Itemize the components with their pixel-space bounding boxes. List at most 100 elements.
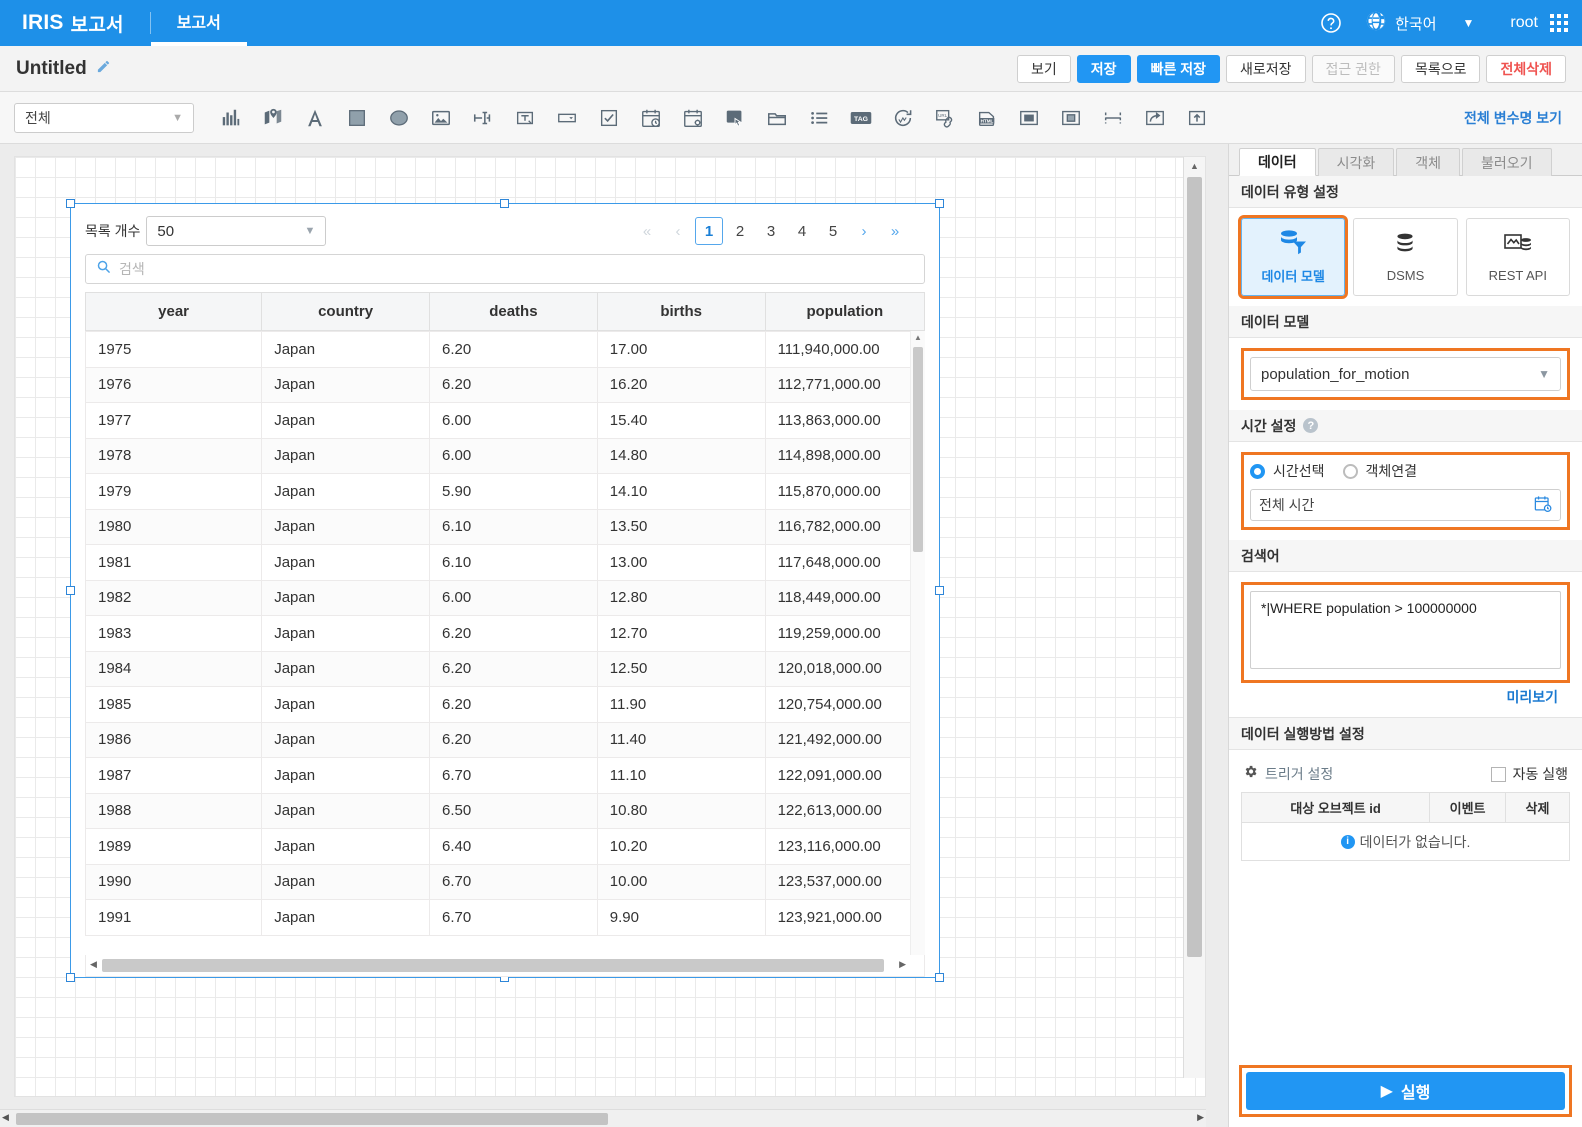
table-row[interactable]: 1991 Japan 6.70 9.90 123,921,000.00 (85, 899, 925, 936)
datatype-option-dsms[interactable]: DSMS (1353, 218, 1458, 296)
scroll-right-icon[interactable]: ▶ (899, 959, 906, 970)
calendar-settings-icon[interactable] (672, 98, 714, 138)
upload-icon[interactable] (1176, 98, 1218, 138)
resize-handle-middle-left[interactable] (66, 585, 75, 595)
resize-handle-middle-right[interactable] (935, 585, 944, 595)
table-horizontal-scrollbar[interactable]: ◀ ▶ (85, 955, 925, 977)
table-row[interactable]: 1987 Japan 6.70 11.10 122,091,000.00 (85, 757, 925, 794)
save-as-button[interactable]: 새로저장 (1225, 54, 1306, 83)
table-row[interactable]: 1990 Japan 6.70 10.00 123,537,000.00 (85, 863, 925, 900)
checkbox-icon[interactable] (588, 98, 630, 138)
ellipse-shape-icon[interactable] (378, 98, 420, 138)
datatype-option-data-model[interactable]: 데이터 모델 (1237, 215, 1349, 299)
canvas-vscroll-thumb[interactable] (1187, 177, 1202, 957)
list-icon[interactable] (798, 98, 840, 138)
view-button[interactable]: 보기 (1017, 54, 1071, 83)
column-header-population[interactable]: population (764, 292, 926, 331)
table-row[interactable]: 1975 Japan 6.20 17.00 111,940,000.00 (85, 331, 925, 368)
canvas-scroll-left-icon[interactable]: ◀ (2, 1112, 9, 1123)
table-row[interactable]: 1976 Japan 6.20 16.20 112,771,000.00 (85, 366, 925, 403)
time-range-field[interactable]: 전체 시간 (1250, 489, 1561, 521)
canvas-hscroll-thumb[interactable] (16, 1113, 608, 1125)
table-row[interactable]: 1985 Japan 6.20 11.90 120,754,000.00 (85, 686, 925, 723)
calendar-clock-icon[interactable] (1533, 494, 1552, 516)
resize-handle-bottom-right[interactable] (935, 973, 944, 982)
bar-chart-icon[interactable] (210, 98, 252, 138)
column-header-year[interactable]: year (84, 292, 263, 331)
tab-report[interactable]: 보고서 (150, 0, 247, 46)
table-row[interactable]: 1978 Japan 6.00 14.80 114,898,000.00 (85, 437, 925, 474)
table-row[interactable]: 1984 Japan 6.20 12.50 120,018,000.00 (85, 650, 925, 687)
tab-visualization[interactable]: 시각화 (1317, 148, 1395, 176)
pagination-page-1[interactable]: 1 (695, 217, 723, 245)
chevron-down-icon[interactable]: ▼ (1463, 16, 1475, 30)
table-row[interactable]: 1979 Japan 5.90 14.10 115,870,000.00 (85, 473, 925, 510)
html-icon[interactable]: HTML (966, 98, 1008, 138)
datetime-picker-icon[interactable] (630, 98, 672, 138)
preview-link[interactable]: 미리보기 (1241, 683, 1570, 707)
app-grid-icon[interactable] (1550, 14, 1568, 32)
scroll-left-icon[interactable]: ◀ (90, 959, 97, 970)
column-header-country[interactable]: country (261, 292, 430, 331)
pagination-last[interactable]: » (881, 217, 909, 245)
table-row[interactable]: 1989 Japan 6.40 10.20 123,116,000.00 (85, 828, 925, 865)
pencil-icon[interactable] (96, 59, 111, 78)
quick-save-button[interactable]: 빠른 저장 (1136, 54, 1220, 83)
table-row[interactable]: 1988 Japan 6.50 10.80 122,613,000.00 (85, 792, 925, 829)
pagination-prev[interactable]: ‹ (664, 217, 692, 245)
pagination-next[interactable]: › (850, 217, 878, 245)
gear-icon[interactable] (1243, 764, 1258, 784)
table-row[interactable]: 1981 Japan 6.10 13.00 117,648,000.00 (85, 544, 925, 581)
table-widget[interactable]: 목록 개수 50 ▼ « ‹ 1 2 3 4 5 › » 검색 year cou… (66, 199, 944, 982)
divider-icon[interactable] (1092, 98, 1134, 138)
query-input[interactable] (1250, 591, 1561, 669)
square-shape-icon[interactable] (336, 98, 378, 138)
modal-icon[interactable] (1008, 98, 1050, 138)
button-click-icon[interactable] (714, 98, 756, 138)
table-row[interactable]: 1977 Japan 6.00 15.40 113,863,000.00 (85, 402, 925, 439)
table-row[interactable]: 1986 Japan 6.20 11.40 121,492,000.00 (85, 721, 925, 758)
textarea-icon[interactable] (504, 98, 546, 138)
table-row[interactable]: 1982 Japan 6.00 12.80 118,449,000.00 (85, 579, 925, 616)
go-to-list-button[interactable]: 목록으로 (1400, 54, 1481, 83)
dropdown-icon[interactable] (546, 98, 588, 138)
resize-handle-bottom-left[interactable] (66, 973, 75, 982)
map-marker-icon[interactable] (252, 98, 294, 138)
resize-handle-top-center[interactable] (500, 199, 509, 208)
text-letter-icon[interactable] (294, 98, 336, 138)
search-input[interactable]: 검색 (119, 259, 145, 279)
pagination-page-4[interactable]: 4 (788, 217, 816, 245)
table-row[interactable]: 1983 Japan 6.20 12.70 119,259,000.00 (85, 615, 925, 652)
input-field-icon[interactable] (462, 98, 504, 138)
frame-icon[interactable] (1050, 98, 1092, 138)
column-header-deaths[interactable]: deaths (428, 292, 598, 331)
canvas-scroll-right-icon[interactable]: ▶ (1197, 1112, 1204, 1123)
datatype-option-rest-api[interactable]: REST API (1465, 218, 1570, 296)
scroll-up-icon[interactable]: ▲ (911, 331, 925, 345)
radio-time-select[interactable] (1250, 463, 1265, 479)
tab-object[interactable]: 객체 (1396, 148, 1461, 176)
access-permission-button[interactable]: 접근 권한 (1311, 54, 1395, 83)
language-selector[interactable]: 한국어 (1365, 10, 1437, 37)
pagination-page-2[interactable]: 2 (726, 217, 754, 245)
radio-object-link[interactable] (1342, 463, 1358, 479)
run-button[interactable]: ▶ 실행 (1246, 1072, 1565, 1110)
panel-icon[interactable] (756, 98, 798, 138)
canvas-vertical-scrollbar[interactable]: ▲ (1183, 157, 1205, 1078)
trigger-settings-label[interactable]: 트리거 설정 (1265, 764, 1333, 784)
tab-data[interactable]: 데이터 (1239, 148, 1316, 176)
save-button[interactable]: 저장 (1076, 54, 1131, 83)
table-vertical-scrollbar[interactable]: ▲ (910, 331, 925, 955)
tab-import[interactable]: 불러오기 (1462, 148, 1552, 176)
auto-execute-toggle[interactable]: 자동 실행 (1490, 764, 1568, 784)
url-link-icon[interactable]: URL (924, 98, 966, 138)
table-hscroll-thumb[interactable] (102, 959, 884, 972)
share-arrow-icon[interactable] (1134, 98, 1176, 138)
resize-handle-top-left[interactable] (66, 199, 75, 208)
canvas-scroll-up-icon[interactable]: ▲ (1184, 157, 1205, 175)
refresh-icon[interactable] (882, 98, 924, 138)
column-header-births[interactable]: births (596, 292, 766, 331)
table-scroll-thumb[interactable] (913, 347, 923, 552)
table-search-box[interactable]: 검색 (85, 254, 925, 284)
resize-handle-top-right[interactable] (935, 199, 944, 208)
